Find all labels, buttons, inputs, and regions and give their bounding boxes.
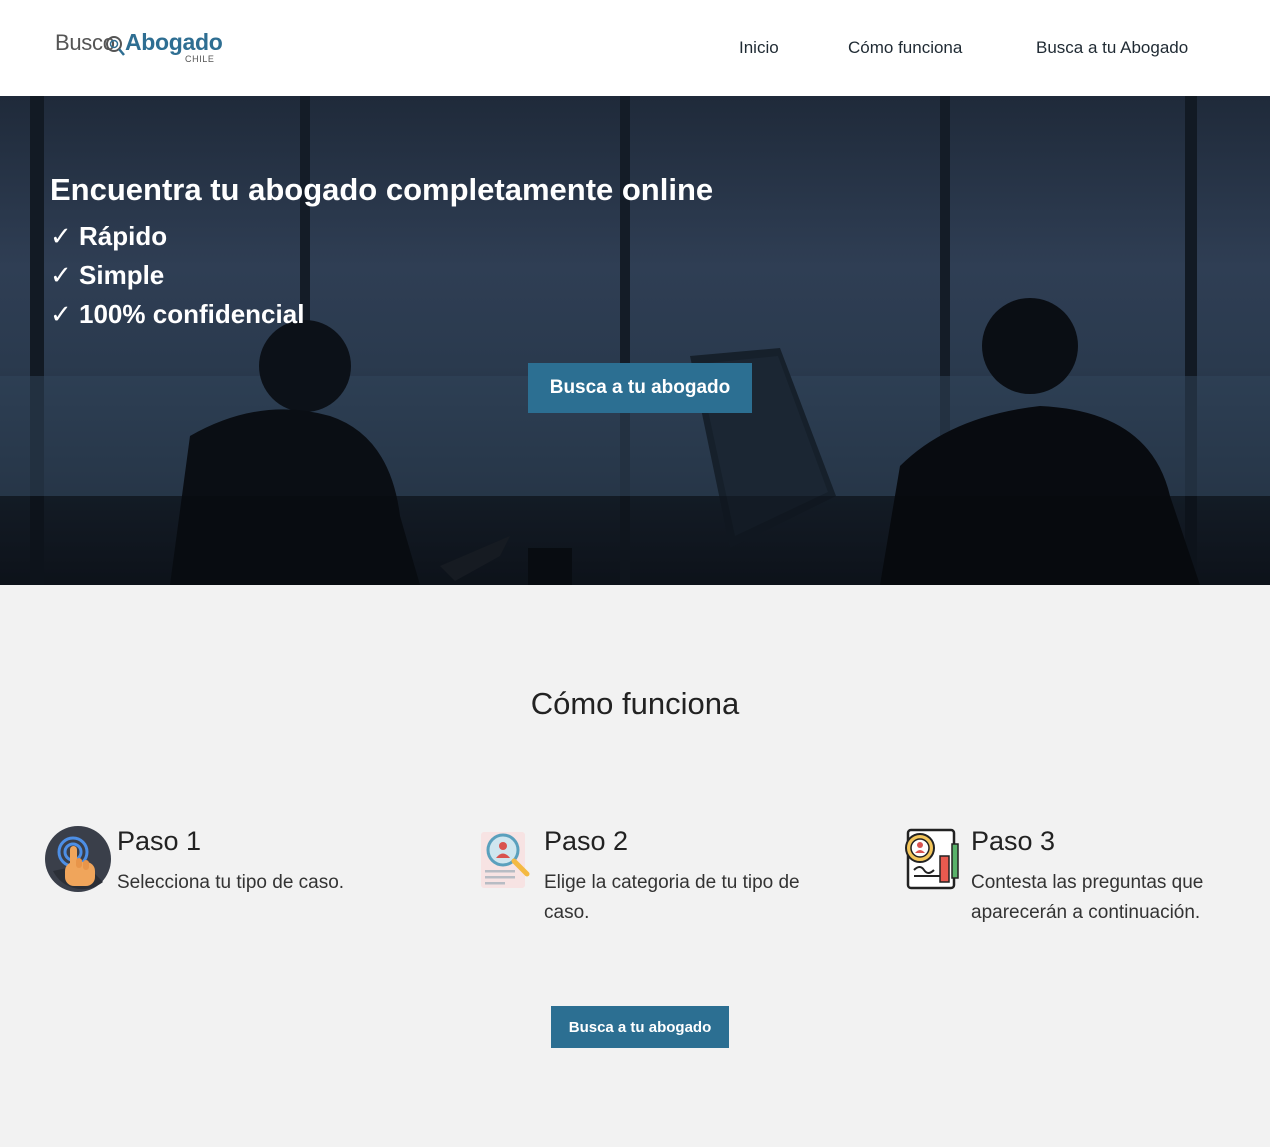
touch-icon [45,826,111,892]
benefit-item: ✓ 100% confidencial [50,299,305,329]
nav-link-como-funciona[interactable]: Cómo funciona [848,38,962,58]
hero-cta-button[interactable]: Busca a tu abogado [528,363,752,413]
nav-link-busca-abogado[interactable]: Busca a tu Abogado [1036,38,1188,58]
site-header: Busco Abogado CHILE Inicio Cómo funciona… [0,0,1270,96]
logo-text-abogado: Abogado [125,29,223,55]
step-2-title: Paso 2 [544,826,629,856]
step-1-description: Selecciona tu tipo de caso. [117,872,345,893]
benefit-item: ✓ Rápido [50,221,168,251]
magnifier-profile-icon [481,832,530,888]
benefit-item: ✓ Simple [50,260,165,290]
hero-section: Encuentra tu abogado completamente onlin… [0,96,1270,585]
contract-icon [905,828,959,890]
section-title-como-funciona: Cómo funciona [530,686,740,721]
hero-benefits-list: ✓ Rápido ✓ Simple ✓ 100% confidencial [50,218,304,335]
hero-title: Encuentra tu abogado completamente onlin… [50,172,714,207]
step-2-description: Elige la categoria de tu tipo de caso. [544,872,800,923]
step-1-title: Paso 1 [117,826,202,856]
hero-background-image [0,96,1270,585]
nav-link-inicio[interactable]: Inicio [739,38,779,58]
logo-subtitle: CHILE [185,54,215,64]
step-3-description: Contesta las preguntas que aparecerán a … [971,872,1204,923]
step-3-title: Paso 3 [971,826,1056,856]
magnifier-logo-icon [106,36,125,56]
bottom-cta-button[interactable]: Busca a tu abogado [551,1006,729,1048]
